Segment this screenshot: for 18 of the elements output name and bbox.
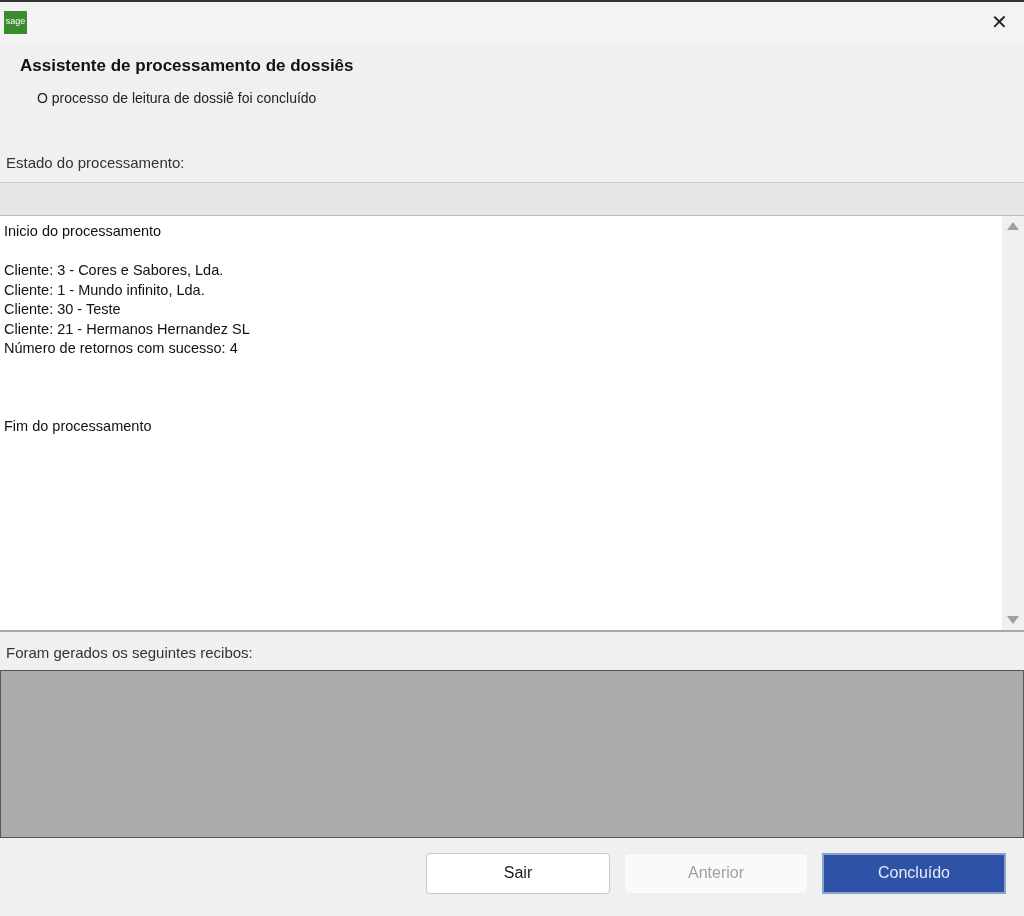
log-line: Inicio do processamento — [4, 222, 163, 241]
dialog-title: Assistente de processamento de dossiês — [20, 56, 355, 77]
log-line: Número de retornos com sucesso: 4 — [4, 339, 239, 358]
close-button[interactable]: ✕ — [981, 12, 1018, 32]
scroll-down-icon[interactable] — [1007, 616, 1019, 624]
dialog-subtitle: O processo de leitura de dossiê foi concluído — [37, 89, 318, 109]
scrollbar[interactable] — [1002, 216, 1024, 630]
log-line: Fim do processamento — [4, 417, 153, 436]
section-label: Foram gerados os seguintes recibos: — [5, 642, 254, 663]
scroll-up-icon[interactable] — [1007, 222, 1019, 230]
app-logo: sage — [4, 10, 27, 34]
section-label: Estado do processamento: — [5, 152, 186, 173]
log-line: Cliente: 1 - Mundo infinito, Lda. — [4, 280, 206, 300]
log-line: Cliente: 3 - Cores e Sabores, Lda. — [4, 261, 225, 280]
log-line: Cliente: 21 - Hermanos Hernandez SL — [4, 319, 251, 339]
wizard-button[interactable]: Sair — [426, 852, 610, 894]
log-line: Cliente: 30 - Teste — [4, 300, 122, 319]
finish-button[interactable]: Concluído — [822, 852, 1006, 894]
